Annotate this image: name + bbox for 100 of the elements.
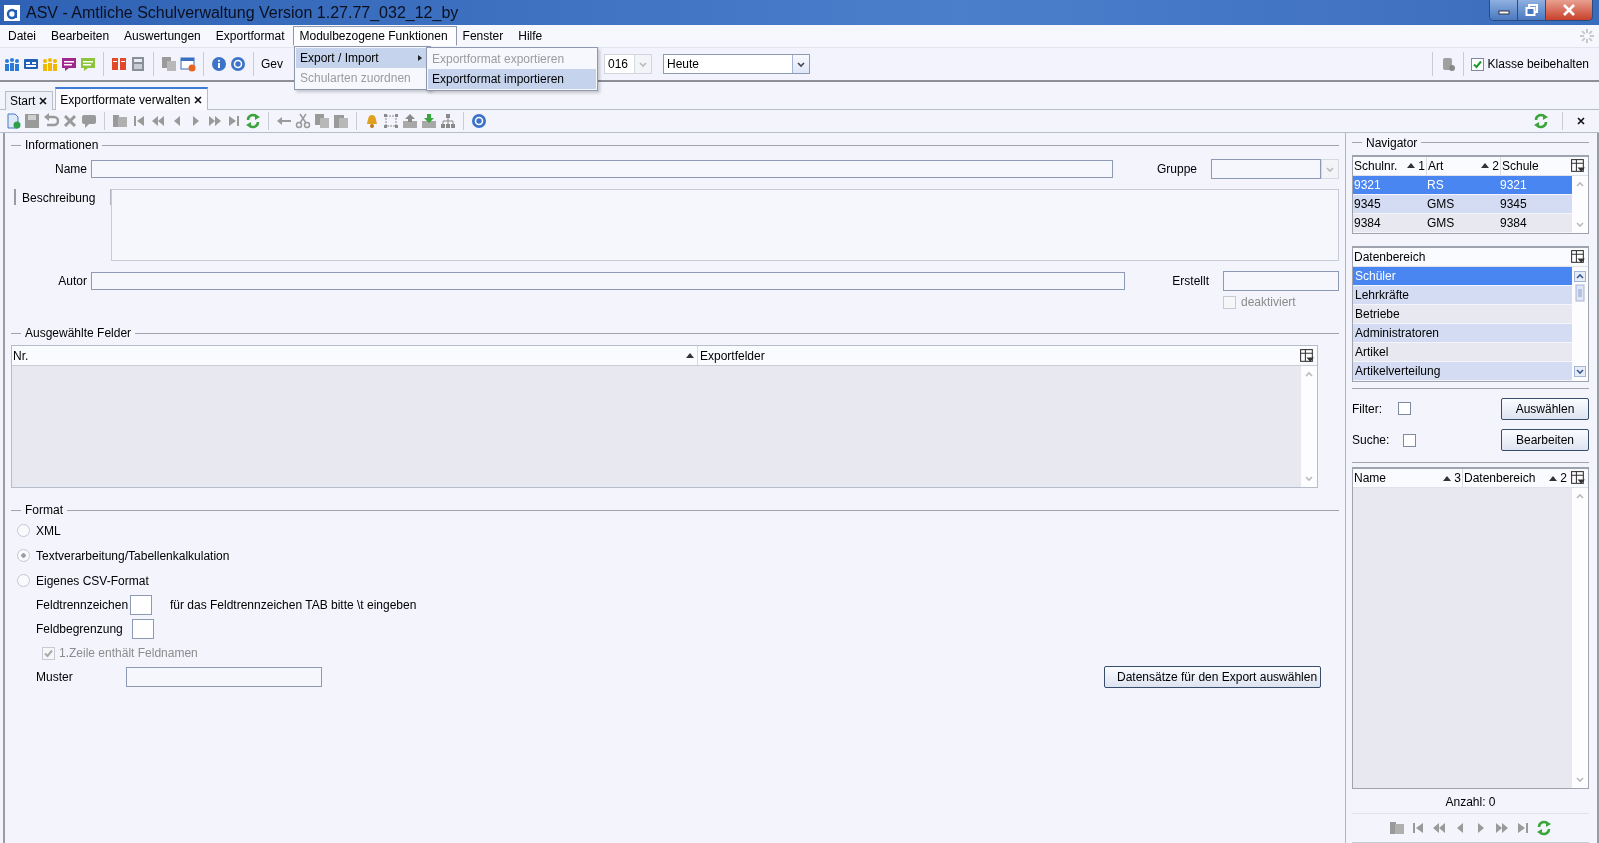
table-cell-text: RS xyxy=(1426,177,1445,192)
record-icon[interactable] xyxy=(112,113,128,129)
keep-class-checkbox[interactable] xyxy=(1470,57,1484,71)
fast-back-icon[interactable] xyxy=(1431,820,1447,836)
button[interactable]: Bearbeiten xyxy=(1501,429,1589,452)
menu-item[interactable]: Hilfe xyxy=(512,26,552,46)
field-label: Autor xyxy=(57,274,87,288)
separator-field[interactable] xyxy=(130,595,152,615)
date-field[interactable]: 016 xyxy=(604,54,652,74)
refresh-icon[interactable] xyxy=(1536,820,1552,836)
column-header[interactable]: Exportfelder xyxy=(700,348,765,363)
dropdown-icon[interactable] xyxy=(796,59,806,69)
book-icon[interactable] xyxy=(111,56,127,72)
help-icon[interactable] xyxy=(230,56,246,72)
record-icon[interactable] xyxy=(1389,820,1405,836)
column-header[interactable]: Schulnr. xyxy=(1354,158,1398,173)
radio-button[interactable] xyxy=(17,524,30,537)
pattern-field[interactable] xyxy=(126,667,322,687)
menu-item[interactable]: Export / Import xyxy=(296,48,429,68)
menu-item[interactable]: Fenster xyxy=(456,26,513,46)
table-cell-text: 9345 xyxy=(1499,196,1528,211)
fast-forward-icon[interactable] xyxy=(1494,820,1510,836)
calculator-icon[interactable] xyxy=(130,56,146,72)
radio-button[interactable] xyxy=(17,549,30,562)
app-logo-icon xyxy=(4,4,20,21)
close-icon[interactable] xyxy=(1576,116,1586,126)
fast-forward-icon[interactable] xyxy=(207,113,223,129)
column-header[interactable]: Datenbereich xyxy=(1464,471,1536,485)
bell-icon[interactable] xyxy=(364,113,380,129)
new-document-icon[interactable] xyxy=(5,113,21,129)
fast-back-icon[interactable] xyxy=(150,113,166,129)
column-chooser-icon[interactable] xyxy=(1570,157,1586,174)
checkbox-label: Klasse beibehalten xyxy=(1487,57,1589,71)
sort-ascending-icon[interactable] xyxy=(685,352,695,359)
hint-text: für das Feldtrennzeichen TAB bitte \t eingeben xyxy=(170,598,417,612)
column-chooser-icon[interactable] xyxy=(1570,248,1586,265)
first-record-icon[interactable] xyxy=(1410,820,1426,836)
column-header[interactable]: Name xyxy=(1354,471,1386,485)
info-icon[interactable] xyxy=(211,56,227,72)
button[interactable]: Auswählen xyxy=(1501,397,1589,420)
undo-icon[interactable] xyxy=(43,113,59,129)
scroll-up-icon[interactable] xyxy=(1574,270,1586,282)
delimiter-field[interactable] xyxy=(132,619,154,639)
scroll-thumb[interactable] xyxy=(1575,283,1585,302)
column-header[interactable]: Nr. xyxy=(13,348,29,363)
refresh-icon[interactable] xyxy=(245,113,261,129)
last-record-icon[interactable] xyxy=(1515,820,1531,836)
copy-icon[interactable] xyxy=(161,56,177,72)
column-header[interactable]: Schule xyxy=(1502,158,1539,173)
menu-item[interactable]: Exportformat importieren xyxy=(428,69,596,89)
first-record-icon[interactable] xyxy=(131,113,147,129)
column-chooser-icon[interactable] xyxy=(1570,470,1586,486)
group-dropdown[interactable] xyxy=(1211,159,1339,179)
comment-icon[interactable] xyxy=(81,113,97,129)
checkbox[interactable] xyxy=(1398,402,1411,416)
menu-item[interactable]: Bearbeiten xyxy=(45,26,119,46)
close-icon[interactable] xyxy=(38,96,49,106)
close-button[interactable] xyxy=(1546,0,1592,20)
chat-icon[interactable] xyxy=(61,56,77,72)
maximize-button[interactable] xyxy=(1518,0,1546,20)
menu-item[interactable]: Auswertungen xyxy=(118,26,210,46)
window-icon[interactable] xyxy=(180,56,196,72)
period-dropdown[interactable]: Heute xyxy=(663,54,810,74)
radio-button[interactable] xyxy=(17,574,30,587)
checkbox[interactable] xyxy=(1403,433,1417,447)
export-button[interactable]: Datensätze für den Export auswählen xyxy=(1104,666,1321,688)
sort-ascending-icon[interactable] xyxy=(1480,162,1491,170)
menu-item[interactable]: Modulbezogene Funktionen xyxy=(293,26,457,46)
created-field[interactable] xyxy=(1223,271,1339,291)
delete-icon[interactable] xyxy=(62,113,78,129)
menu-item[interactable]: Exportformat xyxy=(209,26,294,46)
column-header[interactable]: Art xyxy=(1428,158,1444,173)
sort-rank: 1 xyxy=(1418,158,1425,173)
tab[interactable]: Start xyxy=(5,91,54,110)
column-chooser-icon[interactable] xyxy=(1299,347,1315,364)
sort-ascending-icon[interactable] xyxy=(1442,474,1453,482)
paste-icon[interactable] xyxy=(333,113,349,129)
download-icon[interactable] xyxy=(421,113,437,129)
tab[interactable]: Exportformate verwalten xyxy=(55,87,209,110)
close-icon[interactable] xyxy=(193,94,204,105)
save-icon[interactable] xyxy=(24,113,40,129)
selection-icon[interactable] xyxy=(383,113,399,129)
copy-icon[interactable] xyxy=(314,113,330,129)
scroll-down-icon[interactable] xyxy=(1574,365,1586,377)
people-icon[interactable] xyxy=(4,56,20,72)
sort-ascending-icon[interactable] xyxy=(1548,474,1559,482)
last-record-icon[interactable] xyxy=(226,113,242,129)
cut-icon[interactable] xyxy=(295,113,311,129)
name-field[interactable] xyxy=(91,160,1113,178)
help-icon[interactable] xyxy=(471,113,487,129)
menu-item[interactable]: Datei xyxy=(2,26,45,46)
tree-icon[interactable] xyxy=(440,113,456,129)
refresh-icon[interactable] xyxy=(1533,113,1549,129)
minimize-button[interactable] xyxy=(1490,0,1518,20)
id-card-icon[interactable] xyxy=(23,56,39,72)
upload-icon[interactable] xyxy=(402,113,418,129)
close-icon xyxy=(1561,4,1577,16)
description-field[interactable] xyxy=(111,189,1339,261)
sort-ascending-icon[interactable] xyxy=(1406,162,1417,170)
author-field[interactable] xyxy=(91,272,1125,290)
